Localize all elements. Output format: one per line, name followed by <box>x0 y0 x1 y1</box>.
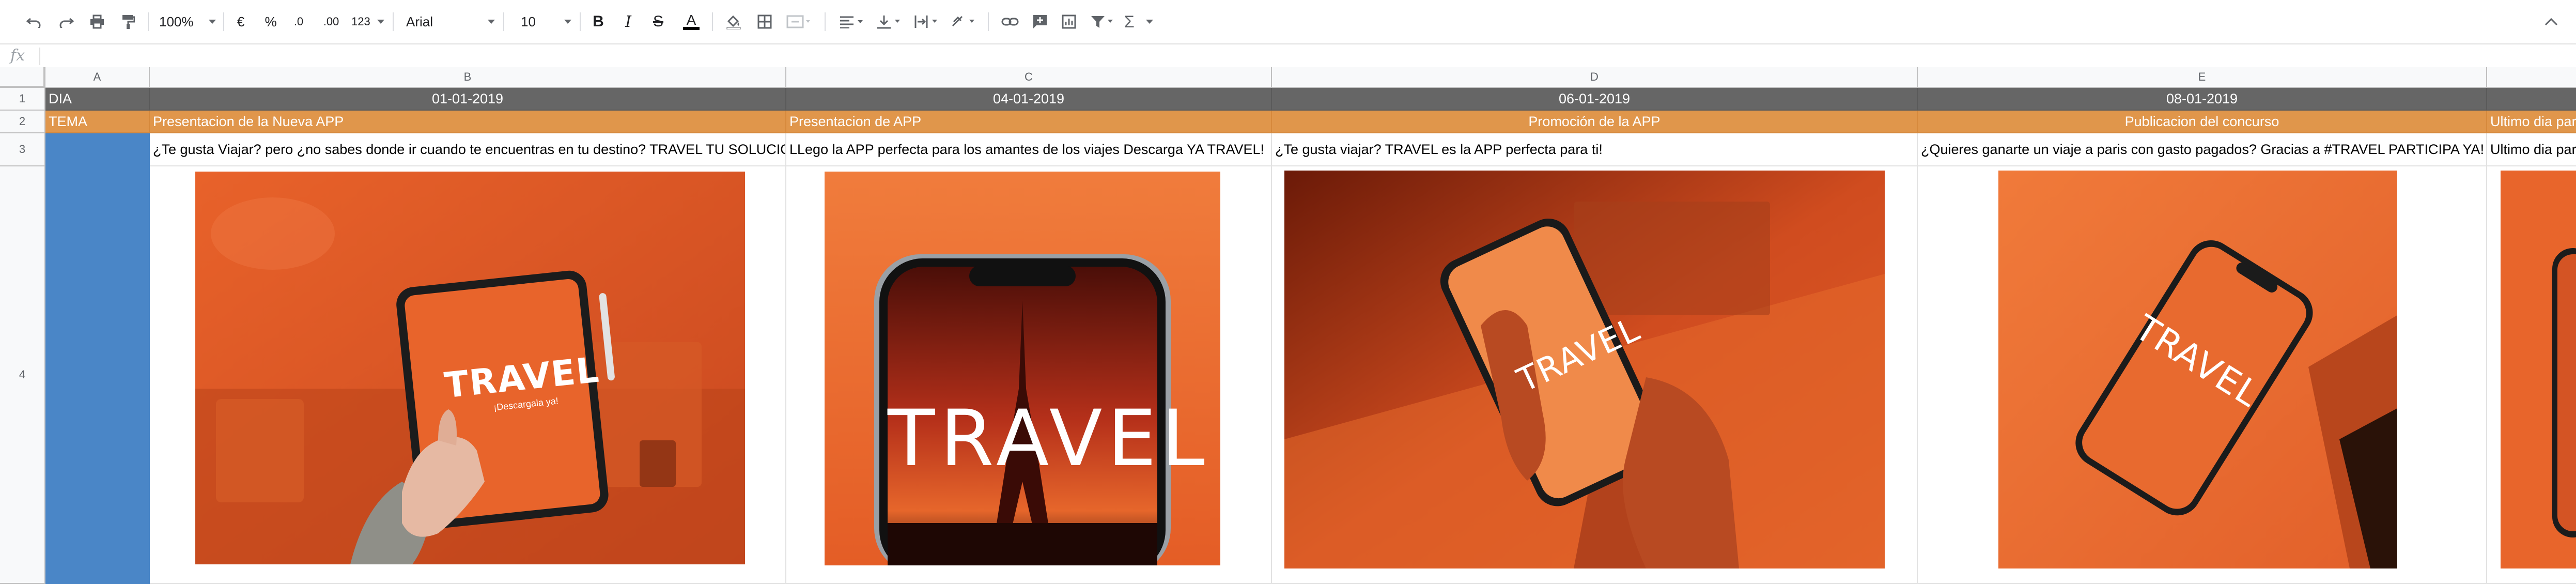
toolbar-separator <box>988 12 989 31</box>
toolbar-separator <box>712 12 713 31</box>
hands-phone-image[interactable]: TRAVEL <box>1284 171 1885 568</box>
chevron-down-icon <box>564 20 571 24</box>
row-header-1[interactable]: 1 <box>0 88 45 111</box>
toolbar: 100% € % .0 .00 123 Arial 10 B I S A Σ <box>0 0 2576 43</box>
cell-d2[interactable]: Promoción de la APP <box>1272 111 1918 133</box>
number-format-label: 123 <box>351 15 370 28</box>
column-header-e[interactable]: E <box>1918 67 2487 88</box>
text-rotation-icon[interactable] <box>948 8 981 35</box>
filter-icon[interactable] <box>1087 8 1118 35</box>
cell-c1[interactable]: 04-01-2019 <box>786 88 1272 111</box>
cell-f2[interactable]: Ultimo dia para <box>2487 111 2576 133</box>
cell-a3[interactable] <box>45 133 150 166</box>
select-all-corner[interactable] <box>0 67 45 88</box>
row-header-3[interactable]: 3 <box>0 133 45 166</box>
functions-button[interactable]: Σ <box>1124 8 1153 35</box>
column-header-a[interactable]: A <box>45 67 150 88</box>
zoom-select[interactable]: 100% <box>159 8 216 35</box>
font-family-value: Arial <box>406 13 433 29</box>
undo-icon[interactable] <box>23 8 45 35</box>
text-color-button[interactable]: A <box>680 8 703 35</box>
cell-d3[interactable]: ¿Te gusta viajar? TRAVEL es la APP perfe… <box>1272 133 1918 166</box>
cell-b1[interactable]: 01-01-2019 <box>150 88 786 111</box>
zoom-value: 100% <box>159 13 194 29</box>
row-header-4[interactable]: 4 <box>0 166 45 584</box>
increase-decimals-button[interactable]: .00 <box>317 8 345 35</box>
paint-format-icon[interactable] <box>117 8 139 35</box>
tablet-promo-image[interactable]: TRAVEL ¡Descargala ya! <box>195 172 745 564</box>
collapse-toolbar-icon[interactable] <box>2540 8 2563 35</box>
chevron-down-icon <box>1146 20 1153 24</box>
redo-icon[interactable] <box>55 8 77 35</box>
toolbar-separator <box>223 12 224 31</box>
strikethrough-button[interactable]: S <box>648 8 669 35</box>
cell-e3[interactable]: ¿Quieres ganarte un viaje a paris con ga… <box>1918 133 2487 166</box>
cell-f1[interactable] <box>2487 88 2576 111</box>
insert-chart-icon[interactable] <box>1057 8 1081 35</box>
column-header-b[interactable]: B <box>150 67 786 88</box>
formula-input[interactable] <box>46 48 2568 64</box>
percent-format-button[interactable]: % <box>261 8 280 35</box>
cell-e1[interactable]: 08-01-2019 <box>1918 88 2487 111</box>
text-color-label: A <box>686 12 696 28</box>
print-icon[interactable] <box>86 8 108 35</box>
column-header-c[interactable]: C <box>786 67 1272 88</box>
bold-button[interactable]: B <box>588 8 609 35</box>
currency-format-button[interactable]: € <box>231 8 250 35</box>
toolbar-separator <box>580 12 581 31</box>
font-size-value: 10 <box>521 13 536 29</box>
italic-button[interactable]: I <box>618 8 639 35</box>
partial-phone-image[interactable] <box>2501 171 2576 568</box>
merge-cells-icon[interactable] <box>783 8 814 35</box>
font-family-select[interactable]: Arial <box>406 8 495 35</box>
font-size-select[interactable]: 10 <box>521 8 571 35</box>
formula-bar-separator <box>39 48 40 65</box>
insert-comment-icon[interactable] <box>1028 8 1052 35</box>
cell-b3[interactable]: ¿Te gusta Viajar? pero ¿no sabes donde i… <box>150 133 786 166</box>
vertical-align-icon[interactable] <box>873 8 906 35</box>
chevron-down-icon <box>377 20 384 24</box>
cell-c3[interactable]: LLego la APP perfecta para los amantes d… <box>786 133 1272 166</box>
toolbar-separator <box>503 12 504 31</box>
fill-color-icon[interactable] <box>722 8 745 35</box>
insert-link-icon[interactable] <box>998 8 1022 35</box>
phone-desk-image[interactable]: TRAVEL <box>1998 171 2397 568</box>
phone-eiffel-brand-text: TRAVEL <box>888 394 1210 484</box>
formula-bar: fx <box>0 43 2576 69</box>
cell-a1[interactable]: DIA <box>45 88 150 111</box>
row-header-2[interactable]: 2 <box>0 111 45 133</box>
phone-eiffel-image[interactable]: TRAVEL <box>825 172 1220 565</box>
cell-c2[interactable]: Presentacion de APP <box>786 111 1272 133</box>
chevron-down-icon <box>488 20 495 24</box>
horizontal-align-icon[interactable] <box>836 8 869 35</box>
borders-icon[interactable] <box>753 8 776 35</box>
cell-e2[interactable]: Publicacion del concurso <box>1918 111 2487 133</box>
cell-f3[interactable]: Ultimo dia para <box>2487 133 2576 166</box>
toolbar-separator <box>825 12 826 31</box>
cell-d1[interactable]: 06-01-2019 <box>1272 88 1918 111</box>
cell-b2[interactable]: Presentacion de la Nueva APP <box>150 111 786 133</box>
cell-a4[interactable] <box>45 166 150 584</box>
functions-icon: Σ <box>1124 12 1135 31</box>
text-wrap-icon[interactable] <box>910 8 943 35</box>
text-color-swatch <box>683 27 700 30</box>
column-header-d[interactable]: D <box>1272 67 1918 88</box>
decrease-decimals-button[interactable]: .0 <box>287 8 310 35</box>
chevron-down-icon <box>209 20 216 24</box>
number-format-select[interactable]: 123 <box>351 8 384 35</box>
toolbar-separator <box>393 12 394 31</box>
column-header-f[interactable] <box>2487 67 2576 88</box>
toolbar-separator <box>148 12 149 31</box>
cell-a2[interactable]: TEMA <box>45 111 150 133</box>
fx-icon: fx <box>10 47 25 65</box>
